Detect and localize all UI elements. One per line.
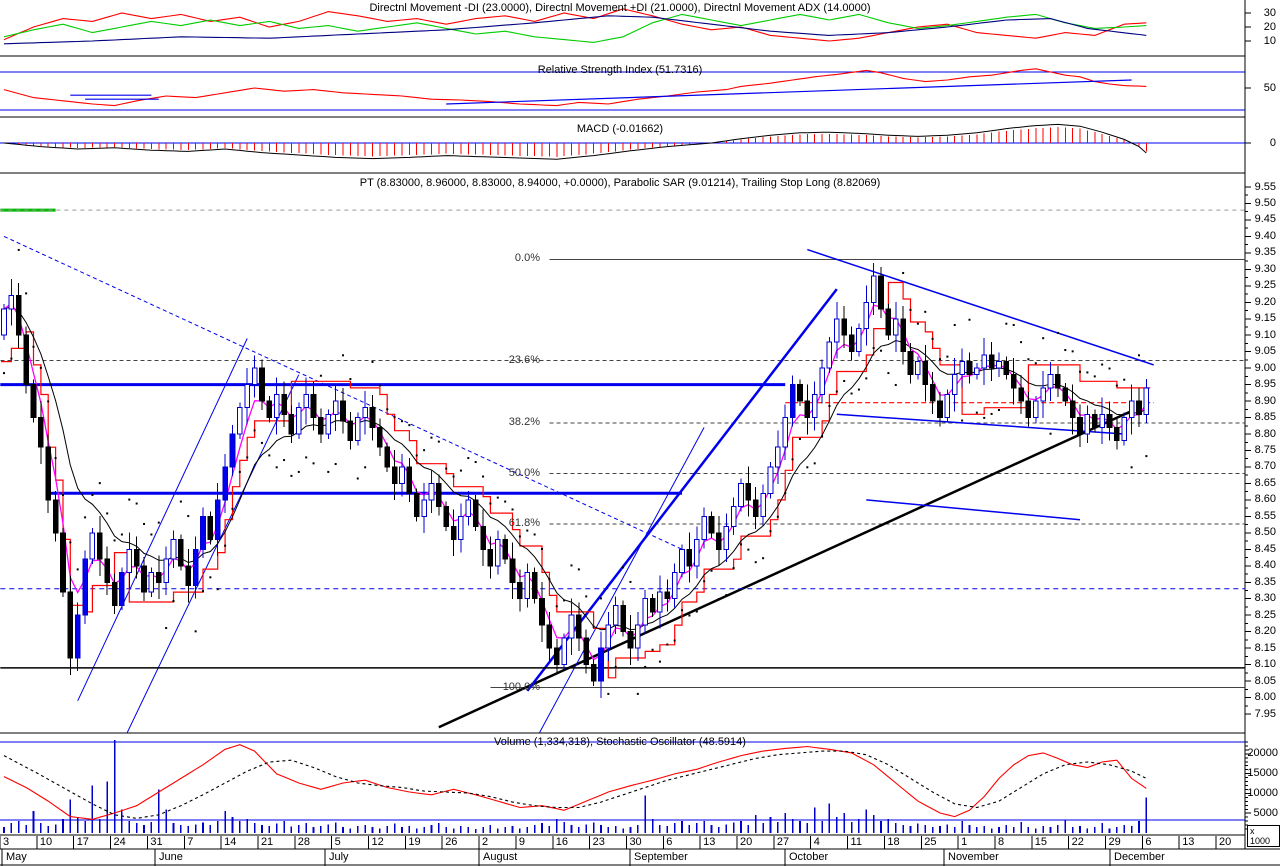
volume-unit-label: x 1000 [1247,825,1280,847]
volume-panel-title: Volume (1,334,318), Stochastic Oscillato… [494,736,746,748]
macd-panel-title: MACD (-0.01662) [577,123,663,135]
dmi-panel-title: Directnl Movement -DI (23.0000), Directn… [369,2,870,14]
metastock-multi-panel-chart: 0.0%23.6%38.2%50.0%61.8%100.0%3020105009… [0,0,1280,866]
price-panel-title: PT (8.83000, 8.96000, 8.83000, 8.94000, … [360,177,881,189]
rsi-panel-title: Relative Strength Index (51.7316) [538,64,703,76]
